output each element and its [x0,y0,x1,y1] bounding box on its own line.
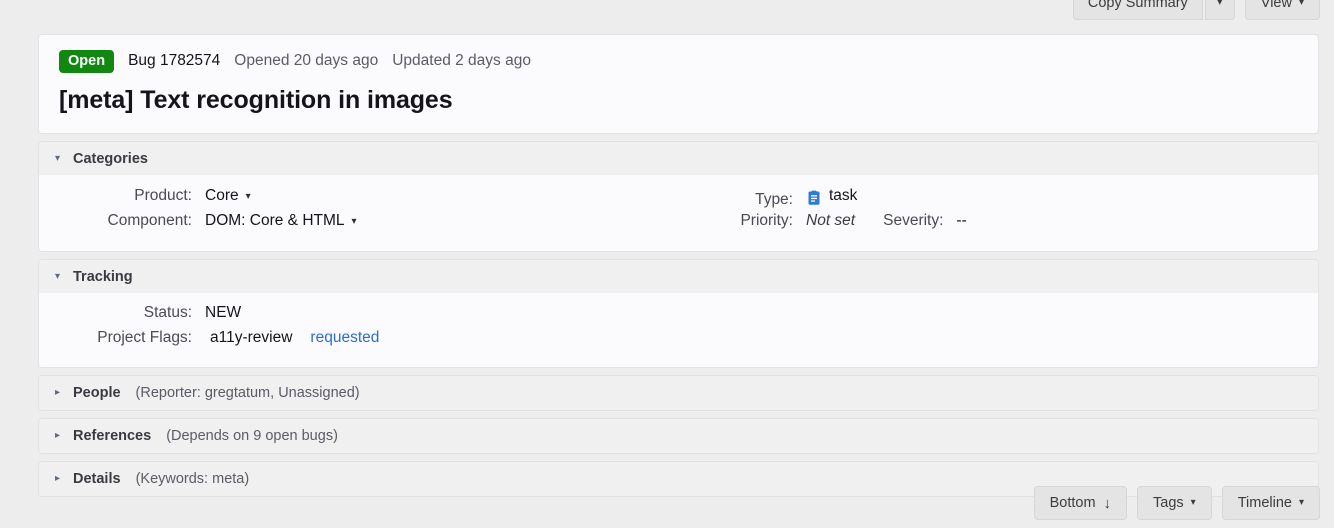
chevron-down-icon: ▾ [1217,0,1222,8]
chevron-down-icon: ▾ [55,272,64,282]
section-header-people[interactable]: ▸ People (Reporter: gregtatum, Unassigne… [39,376,1318,410]
field-label-type: Type: [659,191,806,209]
field-value-severity: -- [956,212,966,230]
section-title-people: People [73,385,121,401]
categories-left-column: Product: Core ▾ Component: DOM: Core & H… [39,187,357,237]
field-row-type: Type: task [659,187,967,212]
bug-meta-row: Open Bug 1782574 Opened 20 days ago Upda… [59,49,1298,73]
chevron-down-icon: ▾ [246,191,251,202]
field-value-component[interactable]: DOM: Core & HTML ▾ [205,212,357,230]
timeline-label: Timeline [1238,496,1292,511]
tracking-fields: Status: NEW Project Flags: a11y-review r… [39,304,379,354]
field-row-status: Status: NEW [39,304,379,329]
section-references: ▸ References (Depends on 9 open bugs) [38,418,1319,454]
opened-timestamp: Opened 20 days ago [234,52,378,70]
copy-summary-dropdown-button[interactable]: ▾ [1205,0,1235,20]
field-row-product: Product: Core ▾ [39,187,357,212]
bug-id: Bug 1782574 [128,52,220,70]
bottom-button[interactable]: Bottom ↓ [1034,486,1127,520]
bottom-label: Bottom [1050,496,1096,511]
field-label-priority: Priority: [659,212,806,230]
chevron-down-icon: ▾ [1299,498,1304,508]
arrow-down-icon: ↓ [1104,496,1112,511]
tags-label: Tags [1153,496,1184,511]
page-title: [meta] Text recognition in images [59,86,1298,115]
field-label-severity: Severity: [855,212,956,230]
section-body-tracking: Status: NEW Project Flags: a11y-review r… [39,293,1318,367]
type-value-text: task [829,187,857,205]
section-header-references[interactable]: ▸ References (Depends on 9 open bugs) [39,419,1318,453]
section-title-tracking: Tracking [73,269,133,285]
bug-header-card: Open Bug 1782574 Opened 20 days ago Upda… [38,34,1319,134]
view-button[interactable]: View ▾ [1245,0,1320,20]
field-row-component: Component: DOM: Core & HTML ▾ [39,212,357,237]
view-label: View [1261,0,1292,10]
product-value-text: Core [205,187,239,205]
section-categories: ▾ Categories Product: Core ▾ Component: [38,141,1319,252]
chevron-right-icon: ▸ [55,474,64,484]
field-value-type: task [806,187,857,205]
clipboard-task-icon [806,190,822,206]
field-value-product[interactable]: Core ▾ [205,187,251,205]
section-title-details: Details [73,471,121,487]
categories-right-column: Type: task [659,187,967,237]
chevron-down-icon: ▾ [1191,498,1196,508]
field-value-status: NEW [205,304,241,322]
field-value-flag-name: a11y-review [205,329,292,347]
field-row-project-flags: Project Flags: a11y-review requested [39,329,379,354]
section-title-references: References [73,428,151,444]
copy-summary-button[interactable]: Copy Summary [1073,0,1203,20]
section-title-categories: Categories [73,151,148,167]
chevron-right-icon: ▸ [55,431,64,441]
section-header-tracking[interactable]: ▾ Tracking [39,260,1318,293]
section-summary-people: (Reporter: gregtatum, Unassigned) [136,385,360,401]
chevron-down-icon: ▾ [1299,0,1304,8]
section-tracking: ▾ Tracking Status: NEW Project Flags: a1… [38,259,1319,368]
status-badge: Open [59,50,114,73]
component-value-text: DOM: Core & HTML [205,212,345,230]
field-row-priority-severity: Priority: Not set Severity: -- [659,212,967,237]
field-label-project-flags: Project Flags: [39,329,205,347]
field-label-status: Status: [39,304,205,322]
field-label-component: Component: [39,212,205,230]
section-people: ▸ People (Reporter: gregtatum, Unassigne… [38,375,1319,411]
bug-card-stack: Open Bug 1782574 Opened 20 days ago Upda… [38,34,1319,504]
bottom-toolbar: Bottom ↓ Tags ▾ Timeline ▾ [1034,486,1320,520]
chevron-down-icon: ▾ [55,154,64,164]
copy-summary-split-button: Copy Summary ▾ [1073,0,1235,20]
section-header-categories[interactable]: ▾ Categories [39,142,1318,175]
section-body-categories: Product: Core ▾ Component: DOM: Core & H… [39,175,1318,251]
top-toolbar: Copy Summary ▾ View ▾ [1073,0,1320,20]
field-label-product: Product: [39,187,205,205]
bug-detail-page: Copy Summary ▾ View ▾ Open Bug 1782574 O… [0,0,1334,528]
field-value-priority: Not set [806,212,855,230]
section-summary-details: (Keywords: meta) [136,471,250,487]
timeline-button[interactable]: Timeline ▾ [1222,486,1320,520]
updated-timestamp: Updated 2 days ago [392,52,531,70]
chevron-down-icon: ▾ [352,216,357,227]
copy-summary-label: Copy Summary [1088,0,1188,10]
tags-button[interactable]: Tags ▾ [1137,486,1212,520]
section-summary-references: (Depends on 9 open bugs) [166,428,338,444]
flag-state-link[interactable]: requested [310,329,379,347]
chevron-right-icon: ▸ [55,388,64,398]
